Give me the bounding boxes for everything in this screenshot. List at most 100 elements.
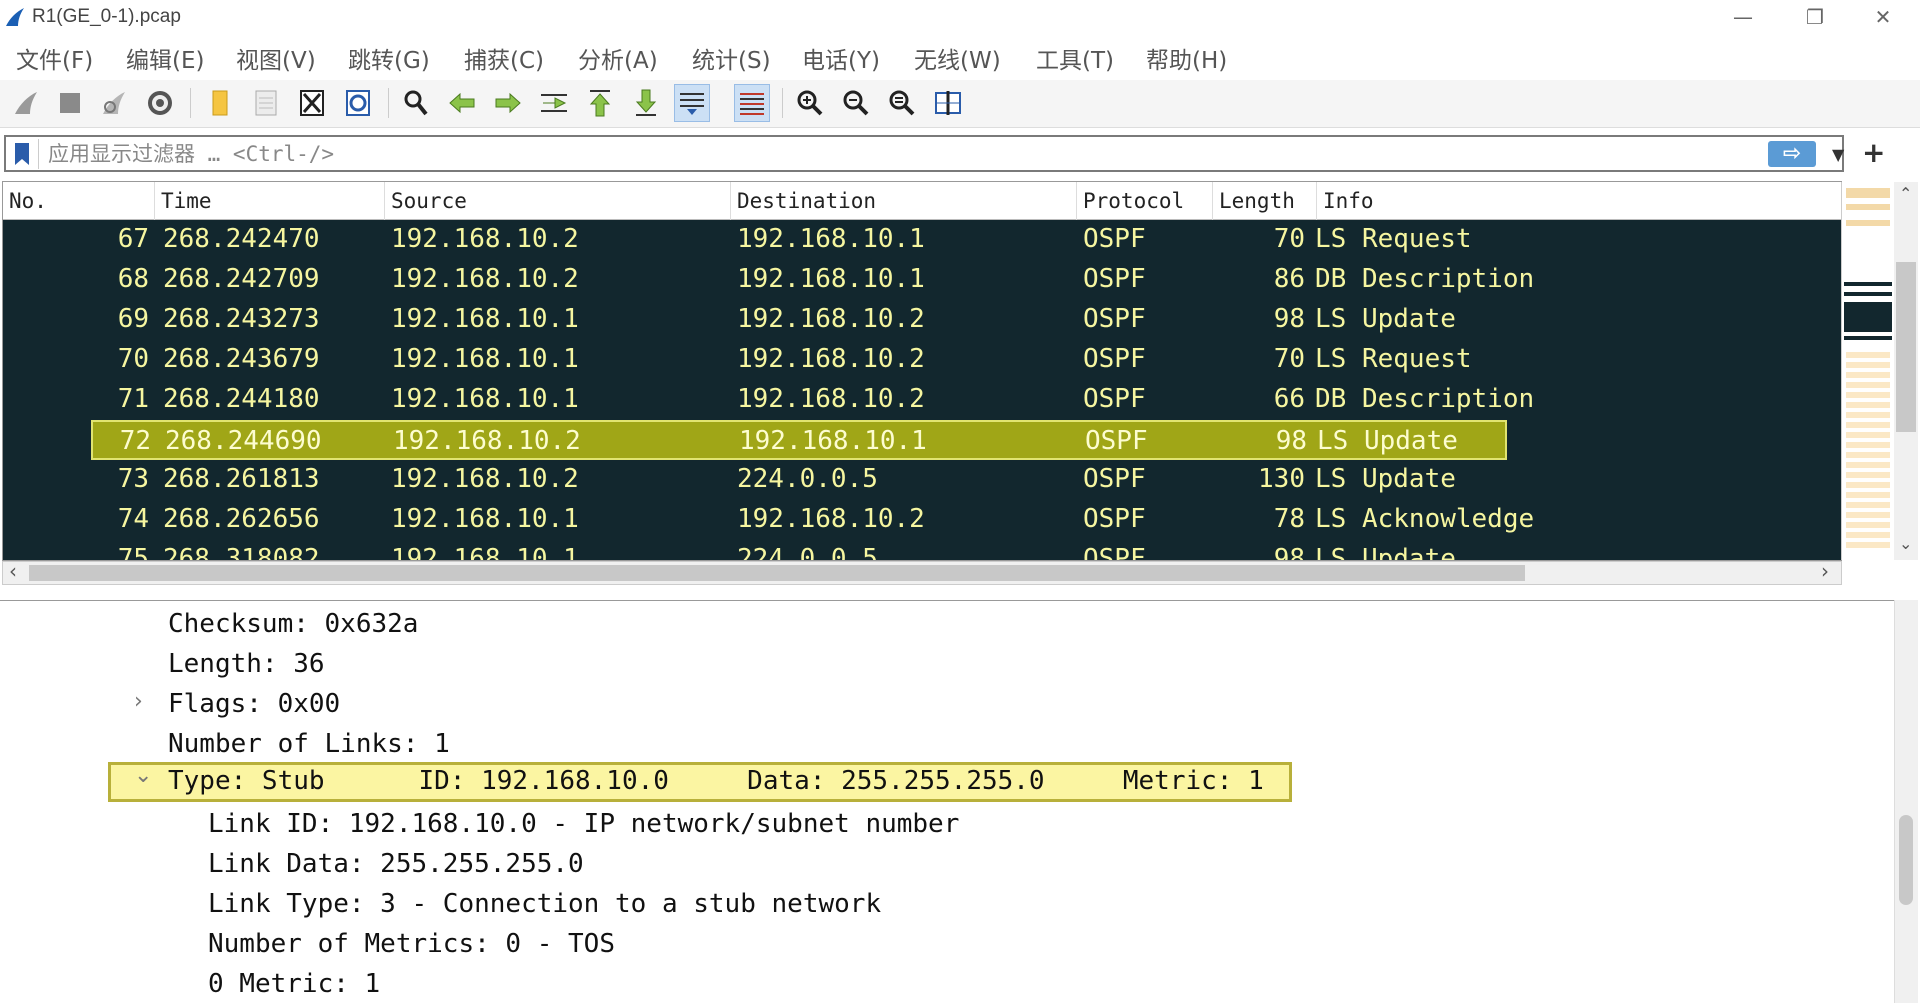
reload-file-icon[interactable] bbox=[340, 84, 376, 122]
packet-proto-cell: OSPF bbox=[1083, 384, 1146, 414]
packet-no-cell: 71 bbox=[117, 384, 149, 414]
add-filter-button[interactable]: + bbox=[1862, 136, 1885, 169]
save-file-icon[interactable] bbox=[248, 84, 284, 122]
title-bar: R1(GE_0-1).pcap — ❐ ✕ bbox=[0, 0, 1920, 36]
packet-time-cell: 268.242470 bbox=[163, 224, 320, 254]
display-filter-input[interactable] bbox=[48, 140, 1748, 168]
packet-minimap[interactable] bbox=[1841, 182, 1893, 560]
colorize-icon[interactable] bbox=[734, 84, 770, 122]
packet-row[interactable]: 69 268.243273 192.168.10.1 192.168.10.2 OSPF… bbox=[3, 300, 1841, 340]
autoscroll-icon[interactable] bbox=[674, 84, 710, 122]
packet-info-cell: LS Update bbox=[1315, 464, 1456, 494]
restart-capture-icon[interactable] bbox=[96, 84, 132, 122]
menu-analyze[interactable]: 分析(A) bbox=[578, 41, 658, 75]
find-packet-magnifier-icon[interactable] bbox=[398, 84, 434, 122]
scroll-up-icon[interactable]: ⌃ bbox=[1899, 184, 1912, 203]
resize-columns-icon[interactable] bbox=[930, 84, 966, 122]
menu-help[interactable]: 帮助(H) bbox=[1146, 41, 1227, 75]
zoom-out-icon[interactable] bbox=[838, 84, 874, 122]
col-protocol[interactable]: Protocol bbox=[1077, 182, 1213, 220]
detail-row-text: 0 Metric: 1 bbox=[208, 969, 381, 999]
first-packet-arrow-icon[interactable] bbox=[582, 84, 618, 122]
packet-dst-cell: 192.168.10.1 bbox=[737, 224, 925, 254]
detail-row-text: Checksum: 0x632a bbox=[168, 609, 419, 639]
packet-src-cell: 192.168.10.1 bbox=[391, 304, 579, 334]
packet-row[interactable]: 68 268.242709 192.168.10.2 192.168.10.1 OSPF… bbox=[3, 260, 1841, 300]
detail-row-text: Number of Metrics: 0 - TOS bbox=[208, 929, 615, 959]
open-file-icon[interactable] bbox=[202, 84, 238, 122]
packet-len-cell: 98 bbox=[1273, 544, 1305, 561]
close-file-icon[interactable] bbox=[294, 84, 330, 122]
detail-row-text: Link Data: 255.255.255.0 bbox=[208, 849, 584, 879]
packet-src-cell: 192.168.10.1 bbox=[391, 344, 579, 374]
filter-dropdown-icon[interactable]: ▼ bbox=[1832, 145, 1844, 164]
col-time[interactable]: Time bbox=[155, 182, 385, 220]
start-capture-fin-icon[interactable] bbox=[8, 84, 44, 122]
packet-dst-cell: 224.0.0.5 bbox=[737, 544, 878, 561]
packet-list-hscroll-thumb[interactable] bbox=[29, 565, 1525, 581]
scroll-left-icon[interactable]: ‹ bbox=[9, 559, 17, 583]
detail-row-text: Length: 36 bbox=[168, 649, 325, 679]
packet-time-cell: 268.244690 bbox=[165, 426, 322, 456]
col-length[interactable]: Length bbox=[1213, 182, 1317, 220]
menu-capture[interactable]: 捕获(C) bbox=[464, 41, 544, 75]
bookmark-icon[interactable] bbox=[12, 141, 32, 167]
menu-tools[interactable]: 工具(T) bbox=[1036, 41, 1114, 75]
menu-go[interactable]: 跳转(G) bbox=[348, 41, 430, 75]
col-no[interactable]: No. bbox=[3, 182, 155, 220]
menu-edit[interactable]: 编辑(E) bbox=[126, 41, 204, 75]
go-to-packet-icon[interactable] bbox=[536, 84, 572, 122]
packet-info-cell: LS Update bbox=[1317, 426, 1458, 456]
capture-options-gear-icon[interactable] bbox=[142, 84, 178, 122]
col-source[interactable]: Source bbox=[385, 182, 731, 220]
close-button[interactable]: ✕ bbox=[1854, 0, 1912, 34]
packet-row[interactable]: 75 268.318082 192.168.10.1 224.0.0.5 OSPF 98 L… bbox=[3, 540, 1841, 561]
packet-len-cell: 98 bbox=[1273, 304, 1305, 334]
packet-no-cell: 67 bbox=[117, 224, 149, 254]
chevron-right-icon[interactable]: › bbox=[134, 689, 143, 714]
menu-statistics[interactable]: 统计(S) bbox=[692, 41, 771, 75]
packet-time-cell: 268.243273 bbox=[163, 304, 320, 334]
normal-size-icon[interactable] bbox=[884, 84, 920, 122]
packet-proto-cell: OSPF bbox=[1083, 544, 1146, 561]
col-destination[interactable]: Destination bbox=[731, 182, 1077, 220]
apply-filter-button[interactable]: ⇨ bbox=[1768, 141, 1816, 167]
detail-row-selected[interactable]: Type: Stub ID: 192.168.10.0 Data: 255.25… bbox=[108, 762, 1292, 802]
menu-wireless[interactable]: 无线(W) bbox=[914, 41, 1001, 75]
packet-row[interactable]: 71 268.244180 192.168.10.1 192.168.10.2 OSPF… bbox=[3, 380, 1841, 420]
menu-file[interactable]: 文件(F) bbox=[16, 41, 93, 75]
packet-row[interactable]: 72 268.244690 192.168.10.2 192.168.10.1 OSPF… bbox=[91, 420, 1507, 460]
packet-list-hscroll[interactable]: ‹ › bbox=[2, 559, 1842, 585]
go-back-arrow-icon[interactable] bbox=[444, 84, 480, 122]
packet-row[interactable]: 74 268.262656 192.168.10.1 192.168.10.2 OSPF… bbox=[3, 500, 1841, 540]
scroll-right-icon[interactable]: › bbox=[1821, 559, 1829, 583]
packet-row[interactable]: 67 268.242470 192.168.10.2 192.168.10.1 OSPF… bbox=[3, 220, 1841, 260]
packet-details: Checksum: 0x632a Length: 36 › Flags: 0x00 Nu… bbox=[0, 600, 1894, 1003]
restore-button[interactable]: ❐ bbox=[1786, 0, 1844, 34]
minimize-button[interactable]: — bbox=[1714, 0, 1772, 34]
go-forward-arrow-icon[interactable] bbox=[490, 84, 526, 122]
packet-src-cell: 192.168.10.1 bbox=[391, 504, 579, 534]
scroll-down-icon[interactable]: ⌄ bbox=[1899, 534, 1912, 553]
last-packet-arrow-icon[interactable] bbox=[628, 84, 664, 122]
packet-details-vscroll-thumb[interactable] bbox=[1899, 815, 1913, 905]
packet-len-cell: 78 bbox=[1273, 504, 1305, 534]
menu-telephony[interactable]: 电话(Y) bbox=[802, 41, 880, 75]
packet-time-cell: 268.244180 bbox=[163, 384, 320, 414]
chevron-down-icon[interactable]: ⌄ bbox=[134, 763, 152, 788]
col-info[interactable]: Info bbox=[1317, 182, 1841, 220]
packet-list-vscroll[interactable]: ⌃ ⌄ bbox=[1894, 182, 1918, 560]
packet-row[interactable]: 70 268.243679 192.168.10.1 192.168.10.2 OSPF… bbox=[3, 340, 1841, 380]
packet-time-cell: 268.318082 bbox=[163, 544, 320, 561]
stop-capture-icon[interactable] bbox=[52, 84, 88, 122]
wireshark-fin-icon bbox=[6, 8, 24, 26]
packet-proto-cell: OSPF bbox=[1083, 344, 1146, 374]
packet-list-vscroll-thumb[interactable] bbox=[1896, 262, 1916, 432]
packet-details-vscroll[interactable] bbox=[1894, 600, 1918, 1003]
zoom-in-icon[interactable] bbox=[792, 84, 828, 122]
packet-time-cell: 268.243679 bbox=[163, 344, 320, 374]
menu-view[interactable]: 视图(V) bbox=[236, 41, 316, 75]
packet-len-cell: 70 bbox=[1273, 224, 1305, 254]
packet-row[interactable]: 73 268.261813 192.168.10.2 224.0.0.5 OSPF 130… bbox=[3, 460, 1841, 500]
packet-info-cell: DB Description bbox=[1315, 264, 1535, 294]
